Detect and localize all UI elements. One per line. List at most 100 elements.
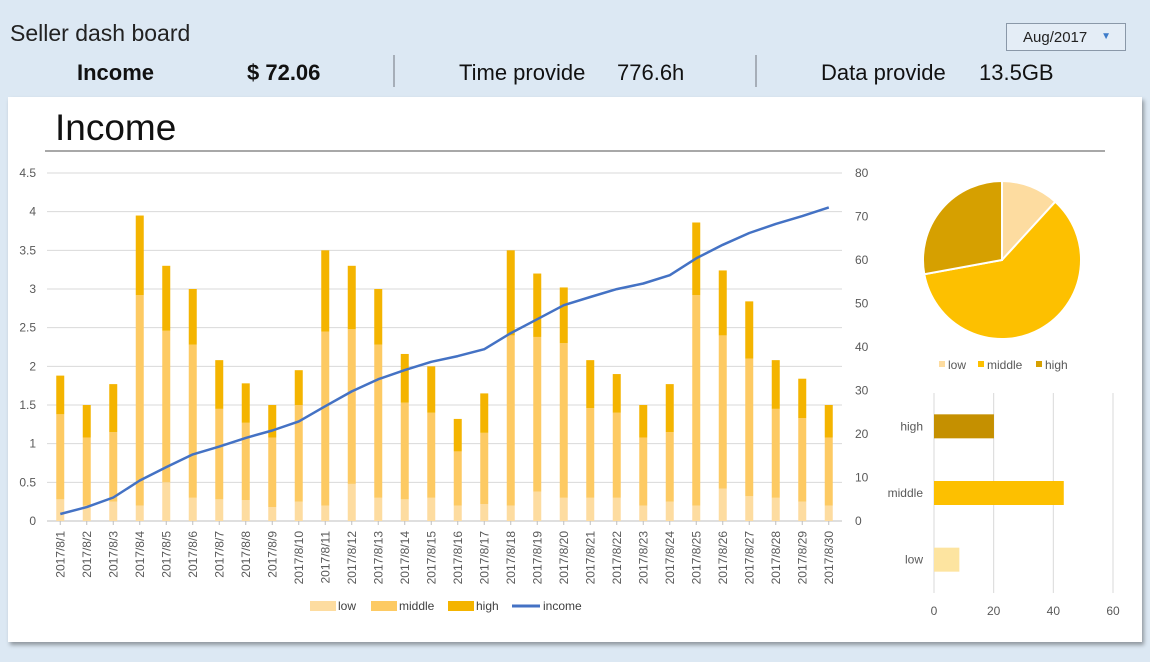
x-tick-label: 2017/8/24 xyxy=(663,531,677,585)
legend-label-high: high xyxy=(476,599,499,613)
bar-segment-high xyxy=(745,301,754,359)
legend-swatch-middle xyxy=(371,601,397,611)
x-tick-label: 2017/8/14 xyxy=(398,531,412,585)
bar-segment-high xyxy=(82,405,91,438)
bar-segment-low xyxy=(347,483,356,521)
bar-segment-high xyxy=(135,215,144,296)
bar-segment-low xyxy=(162,482,171,521)
bar-segment-middle xyxy=(692,295,701,506)
income-line xyxy=(59,206,830,516)
bar-segment-middle xyxy=(480,432,489,504)
legend-label-income: income xyxy=(543,599,582,613)
y-left-tick-label: 1.5 xyxy=(19,398,36,412)
bar-segment-middle xyxy=(109,432,118,502)
bar-segment-middle xyxy=(612,412,621,498)
bar-segment-low xyxy=(771,497,780,521)
bar-segment-low xyxy=(639,505,648,521)
y-left-tick-label: 3 xyxy=(29,282,36,296)
legend-label-middle: middle xyxy=(399,599,435,613)
bar-segment-high xyxy=(612,374,621,413)
bar-segment-high xyxy=(400,353,409,403)
x-tick-label: 2017/8/15 xyxy=(424,531,438,585)
legend-label-low: low xyxy=(338,599,356,613)
bar-segment-middle xyxy=(215,408,224,500)
bar-segment-low xyxy=(692,505,701,521)
y-right-tick-label: 10 xyxy=(855,471,869,485)
bar-segment-high xyxy=(162,265,171,331)
bar-segment-middle xyxy=(798,418,807,502)
x-tick-label: 2017/8/22 xyxy=(610,531,624,585)
hbar-x-tick-label: 20 xyxy=(987,604,1001,618)
bar-segment-middle xyxy=(453,451,462,506)
bar-segment-high xyxy=(215,360,224,409)
bar-segment-low xyxy=(453,505,462,521)
x-tick-label: 2017/8/16 xyxy=(451,531,465,585)
pie-legend-label-low: low xyxy=(948,358,966,372)
x-tick-label: 2017/8/5 xyxy=(159,531,173,578)
y-right-tick-label: 40 xyxy=(855,340,869,354)
y-right-tick-label: 0 xyxy=(855,514,862,528)
bar-segment-low xyxy=(56,499,65,521)
bar-segment-low xyxy=(427,497,436,521)
bar-segment-middle xyxy=(321,331,330,506)
bar-segment-high xyxy=(665,384,674,433)
hbar-category-label: low xyxy=(905,553,923,567)
bar-segment-low xyxy=(480,503,489,521)
bar-segment-middle xyxy=(533,336,542,492)
bar-segment-middle xyxy=(241,422,250,501)
bar-segment-high xyxy=(294,370,303,405)
bar-segment-middle xyxy=(559,343,568,498)
x-tick-label: 2017/8/10 xyxy=(292,531,306,585)
bar-segment-low xyxy=(824,505,833,521)
hbar-high xyxy=(934,414,994,439)
bar-segment-low xyxy=(400,499,409,521)
bar-segment-low xyxy=(374,497,383,521)
pie-legend-label-high: high xyxy=(1045,358,1068,372)
bar-segment-low xyxy=(135,505,144,521)
x-tick-label: 2017/8/9 xyxy=(265,531,279,578)
x-tick-label: 2017/8/23 xyxy=(636,531,650,585)
bar-segment-high xyxy=(109,384,118,433)
bar-segment-middle xyxy=(56,414,65,500)
x-tick-label: 2017/8/17 xyxy=(477,531,491,585)
bar-segment-high xyxy=(453,418,462,452)
y-left-tick-label: 4.5 xyxy=(19,166,36,180)
bar-segment-high xyxy=(268,405,277,438)
bar-segment-middle xyxy=(188,344,197,498)
x-tick-label: 2017/8/20 xyxy=(557,531,571,585)
bar-segment-high xyxy=(427,366,436,413)
hbar-x-tick-label: 0 xyxy=(931,604,938,618)
y-right-tick-label: 30 xyxy=(855,384,869,398)
bar-segment-low xyxy=(294,501,303,521)
x-tick-label: 2017/8/25 xyxy=(689,531,703,585)
bar-segment-middle xyxy=(135,295,144,506)
bar-segment-high xyxy=(374,289,383,345)
x-tick-label: 2017/8/8 xyxy=(239,531,253,578)
bar-segment-low xyxy=(241,500,250,521)
x-tick-label: 2017/8/3 xyxy=(106,531,120,578)
bar-segment-high xyxy=(771,360,780,409)
y-right-tick-label: 20 xyxy=(855,427,869,441)
bar-segment-middle xyxy=(745,358,754,497)
x-tick-label: 2017/8/18 xyxy=(504,531,518,585)
bar-segment-low xyxy=(586,497,595,521)
pie-legend-swatch-middle xyxy=(978,361,984,367)
x-tick-label: 2017/8/26 xyxy=(716,531,730,585)
x-tick-label: 2017/8/21 xyxy=(583,531,597,585)
bar-segment-middle xyxy=(639,437,648,506)
bar-segment-low xyxy=(559,497,568,521)
bar-segment-low xyxy=(718,488,727,521)
bar-segment-middle xyxy=(665,432,674,502)
x-tick-label: 2017/8/11 xyxy=(318,531,332,584)
y-left-tick-label: 3.5 xyxy=(19,243,36,257)
bar-segment-high xyxy=(56,375,65,415)
legend-swatch-high xyxy=(448,601,474,611)
bar-segment-middle xyxy=(347,329,356,484)
x-tick-label: 2017/8/12 xyxy=(345,531,359,585)
y-right-tick-label: 70 xyxy=(855,210,869,224)
bar-segment-high xyxy=(718,270,727,336)
x-tick-label: 2017/8/7 xyxy=(212,531,226,578)
x-tick-label: 2017/8/29 xyxy=(795,531,809,585)
bar-segment-high xyxy=(506,250,515,336)
income-combo-chart: 0 0.5 1 1.5 2 2.5 3 3.5 4 4.5 0 10 20 30 40 50 60 70 80 201… xyxy=(19,166,1120,618)
